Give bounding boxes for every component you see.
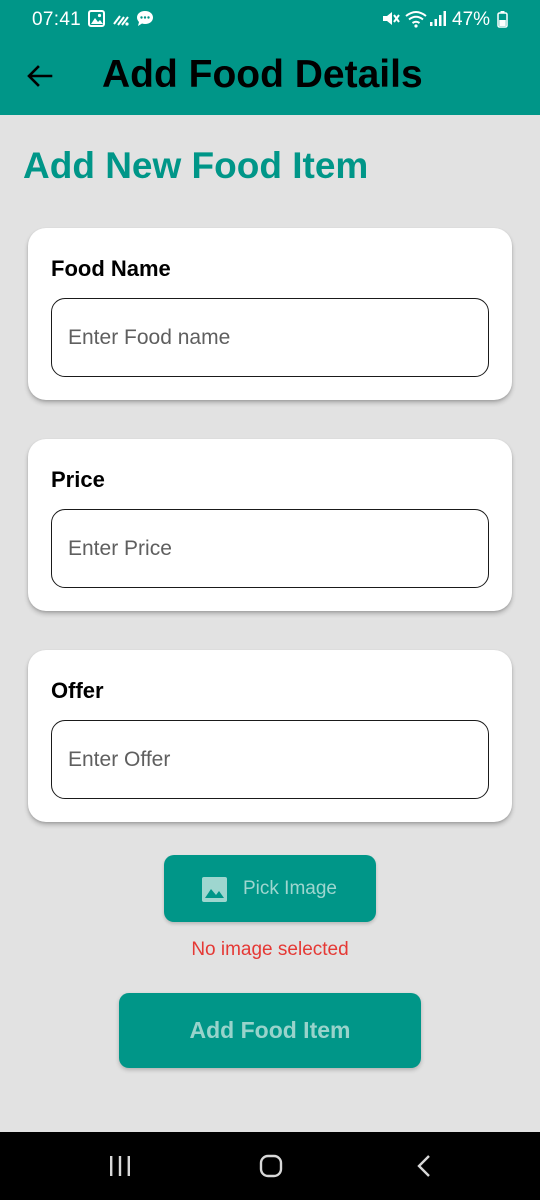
mute-icon xyxy=(381,10,400,33)
price-field-box xyxy=(51,509,489,588)
pick-image-label: Pick Image xyxy=(243,878,337,899)
offer-label: Offer xyxy=(51,678,104,703)
status-bar: 07:41 47% xyxy=(0,0,540,40)
image-icon xyxy=(201,876,228,908)
status-time: 07:41 xyxy=(32,9,82,30)
food-name-label: Food Name xyxy=(51,256,171,281)
food-name-input[interactable] xyxy=(52,299,488,376)
food-name-card: Food Name xyxy=(28,228,512,400)
image-status-text: No image selected xyxy=(191,939,349,960)
arrow-back-icon[interactable] xyxy=(22,58,58,94)
offer-field-box xyxy=(51,720,489,799)
price-input[interactable] xyxy=(52,510,488,587)
chat-bubble-icon xyxy=(136,10,154,33)
wifi-icon xyxy=(405,10,427,34)
back-icon[interactable] xyxy=(404,1152,444,1180)
image-icon xyxy=(88,10,105,33)
recent-apps-icon[interactable] xyxy=(100,1152,140,1180)
offer-card: Offer xyxy=(28,650,512,822)
home-icon[interactable] xyxy=(251,1152,291,1180)
signal-icon xyxy=(429,10,447,33)
battery-icon xyxy=(497,11,508,34)
price-label: Price xyxy=(51,467,105,492)
pick-image-button[interactable]: Pick Image xyxy=(164,855,376,922)
app-header: 07:41 47% Add Food Details xyxy=(0,0,540,115)
add-food-item-button[interactable]: Add Food Item xyxy=(119,993,421,1068)
page-title: Add New Food Item xyxy=(23,145,369,186)
battery-percent: 47% xyxy=(452,9,491,30)
add-food-item-label: Add Food Item xyxy=(189,1017,351,1043)
app-bar-title: Add Food Details xyxy=(102,53,423,96)
offer-input[interactable] xyxy=(52,721,488,798)
system-nav-bar xyxy=(0,1132,540,1200)
screen: 07:41 47% Add Food Details Add New Food … xyxy=(0,0,540,1200)
food-name-field-box xyxy=(51,298,489,377)
price-card: Price xyxy=(28,439,512,611)
wifi-call-icon xyxy=(112,10,130,33)
